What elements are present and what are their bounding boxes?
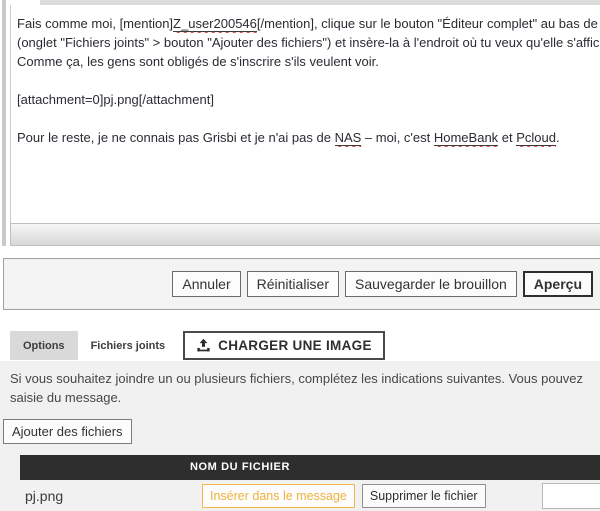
reset-button[interactable]: Réinitialiser <box>247 271 339 297</box>
tab-fichiers-joints[interactable]: Fichiers joints <box>78 331 179 360</box>
attachments-intro-line1: Si vous souhaitez joindre un ou plusieur… <box>10 369 600 388</box>
preview-button[interactable]: Aperçu <box>523 271 593 297</box>
file-comment-input[interactable] <box>542 483 600 509</box>
editor-resize-handle[interactable] <box>10 223 600 246</box>
attachments-table-header: NOM DU FICHIER <box>20 455 600 480</box>
attachments-panel: Si vous souhaitez joindre un ou plusieur… <box>0 361 600 511</box>
add-files-button[interactable]: Ajouter des fichiers <box>3 419 132 444</box>
attachment-filename: pj.png <box>25 488 202 504</box>
save-draft-button[interactable]: Sauvegarder le brouillon <box>345 271 517 297</box>
message-textarea[interactable]: Fais comme moi, [mention]Z_user200546[/m… <box>10 5 600 223</box>
insert-in-message-button[interactable]: Insérer dans le message <box>202 484 355 508</box>
tab-options[interactable]: Options <box>10 331 78 360</box>
filename-column-header: NOM DU FICHIER <box>20 455 460 480</box>
cancel-button[interactable]: Annuler <box>172 271 240 297</box>
attachments-intro: Si vous souhaitez joindre un ou plusieur… <box>10 369 600 407</box>
attachments-intro-line2: saisie du message. <box>10 388 600 407</box>
upload-image-button[interactable]: CHARGER UNE IMAGE <box>183 331 385 360</box>
upload-icon <box>196 338 211 353</box>
editor-tabs: Options Fichiers joints CHARGER UNE IMAG… <box>10 331 385 360</box>
left-edge-strip <box>2 0 6 246</box>
post-actions-panel: Annuler Réinitialiser Sauvegarder le bro… <box>3 258 600 310</box>
upload-image-label: CHARGER UNE IMAGE <box>218 338 372 353</box>
message-text: Fais comme moi, [mention]Z_user200546[/m… <box>11 5 600 147</box>
delete-file-button[interactable]: Supprimer le fichier <box>362 484 486 508</box>
forum-post-editor: Fais comme moi, [mention]Z_user200546[/m… <box>0 0 600 511</box>
attachment-row: pj.png Insérer dans le message Supprimer… <box>20 480 600 511</box>
